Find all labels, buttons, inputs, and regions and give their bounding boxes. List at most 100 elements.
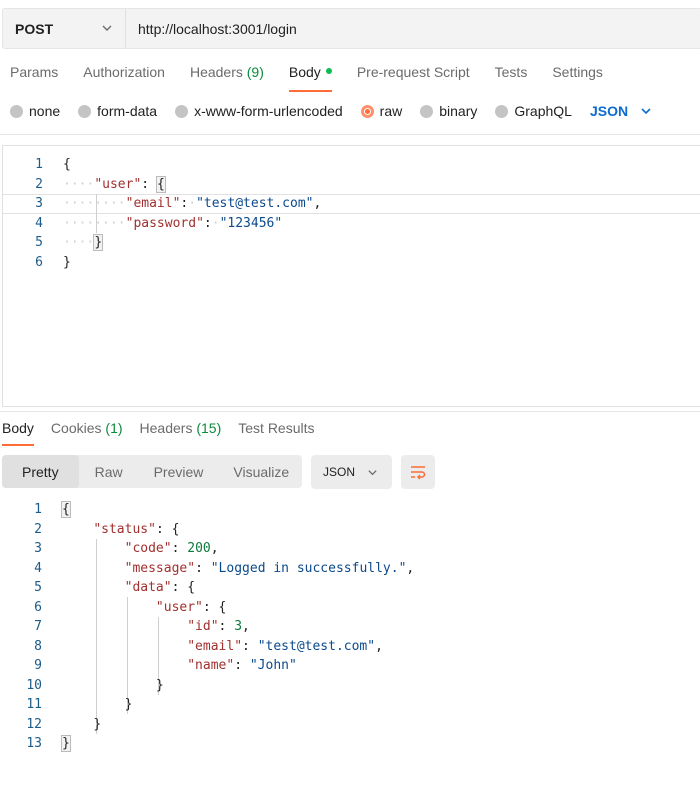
- response-tab-test-results[interactable]: Test Results: [238, 420, 314, 446]
- tab-label: Params: [10, 64, 59, 80]
- brace: }: [61, 735, 71, 752]
- brace: {: [155, 175, 166, 193]
- view-mode-selector: Pretty Raw Preview Visualize: [2, 455, 302, 488]
- radio-form-data[interactable]: form-data: [78, 103, 157, 119]
- code-text: "user": {: [155, 599, 227, 615]
- brace: }: [93, 716, 102, 732]
- line-number: 5: [35, 235, 43, 250]
- json-number: 3: [234, 619, 243, 634]
- code-line: 1{: [2, 500, 700, 520]
- url-text: http://localhost:3001/login: [138, 20, 297, 37]
- code-line: 2 ····"user": {: [3, 175, 700, 195]
- tab-label: Tests: [494, 64, 528, 80]
- chevron-down-icon: [641, 108, 651, 115]
- radio-x-www-form-urlencoded[interactable]: x-www-form-urlencoded: [175, 103, 343, 119]
- json-string: "John": [249, 658, 297, 673]
- radio-icon: [495, 104, 509, 118]
- radio-raw[interactable]: raw: [360, 103, 403, 119]
- radio-none[interactable]: none: [10, 103, 60, 119]
- view-preview-button[interactable]: Preview: [139, 455, 219, 488]
- radio-icon: [420, 104, 434, 118]
- code-text: ········"password":·"123456": [63, 215, 283, 231]
- json-string: "test@test.com": [196, 196, 314, 211]
- url-input[interactable]: http://localhost:3001/login: [126, 9, 297, 48]
- code-line: 6 "user": {: [2, 598, 700, 618]
- tab-pre-request-script[interactable]: Pre-request Script: [357, 64, 470, 92]
- brace: {: [187, 580, 196, 595]
- json-key: "email": [187, 638, 243, 654]
- tab-label: Body: [2, 420, 34, 436]
- method-select[interactable]: POST: [3, 9, 126, 48]
- radio-label: form-data: [97, 103, 158, 119]
- code-text: }: [61, 734, 71, 754]
- tab-label: Pre-request Script: [356, 64, 470, 80]
- tab-label: Cookies: [50, 420, 102, 436]
- tab-count: (1): [105, 420, 123, 436]
- code-text: "data": {: [124, 580, 196, 595]
- view-label: Pretty: [22, 463, 59, 480]
- radio-label: none: [29, 103, 61, 119]
- tab-params[interactable]: Params: [10, 64, 58, 92]
- response-body-viewer[interactable]: 1{ 2 "status": { 3 "code": 200, 4 "messa…: [2, 500, 700, 760]
- line-number: 8: [34, 638, 42, 654]
- line-number: 6: [35, 254, 43, 270]
- tab-count: (9): [246, 64, 264, 80]
- view-visualize-button[interactable]: Visualize: [218, 455, 304, 488]
- brace: }: [124, 697, 133, 712]
- language-select[interactable]: JSON: [590, 103, 652, 119]
- response-tab-body[interactable]: Body: [2, 420, 34, 446]
- line-number: 3: [34, 541, 42, 556]
- radio-icon: [10, 104, 23, 118]
- code-line: 1{: [3, 155, 700, 175]
- format-label: JSON: [323, 465, 356, 479]
- radio-label: binary: [439, 103, 478, 119]
- code-line: 13}: [2, 734, 700, 754]
- chevron-down-icon: [102, 25, 112, 31]
- radio-icon: [78, 104, 92, 118]
- code-line: 8 "email": "test@test.com",: [2, 637, 700, 657]
- radio-label: raw: [379, 103, 403, 119]
- tab-authorization[interactable]: Authorization: [83, 64, 165, 92]
- brace: }: [63, 254, 71, 270]
- radio-graphql[interactable]: GraphQL: [495, 103, 572, 119]
- tab-label: Settings: [552, 64, 603, 80]
- json-key: "status": [93, 521, 156, 537]
- tab-label: Headers: [139, 420, 193, 436]
- code-text: "name": "John": [187, 658, 297, 673]
- json-string: "test@test.com": [257, 638, 376, 654]
- json-key: "name": [187, 658, 235, 673]
- code-text: }: [63, 253, 71, 273]
- line-number: 10: [26, 677, 42, 693]
- tab-settings[interactable]: Settings: [552, 64, 603, 92]
- radio-icon: [175, 104, 189, 118]
- line-number: 11: [26, 697, 42, 712]
- line-number: 5: [34, 580, 42, 595]
- response-tab-cookies[interactable]: Cookies (1): [51, 420, 123, 446]
- method-label: POST: [15, 20, 54, 37]
- response-tab-headers[interactable]: Headers (15): [140, 420, 222, 446]
- line-number: 7: [34, 619, 42, 634]
- tab-label: Body: [288, 64, 321, 80]
- code-text: ········"email":·"test@test.com",: [63, 196, 322, 211]
- radio-selected-icon: [360, 104, 374, 118]
- chevron-down-icon: [368, 470, 377, 476]
- tab-tests[interactable]: Tests: [495, 64, 528, 92]
- json-number: 200: [187, 541, 211, 556]
- radio-label: GraphQL: [514, 103, 572, 119]
- view-raw-button[interactable]: Raw: [79, 455, 139, 488]
- response-format-select[interactable]: JSON: [311, 455, 392, 489]
- radio-binary[interactable]: binary: [420, 103, 477, 119]
- view-pretty-button[interactable]: Pretty: [2, 455, 79, 488]
- wrap-lines-button[interactable]: [401, 455, 435, 489]
- code-text: {: [61, 500, 71, 520]
- divider: [0, 134, 700, 135]
- tab-body[interactable]: Body: [288, 64, 332, 92]
- code-line: 10 }: [2, 676, 700, 696]
- code-line: 4 ········"password":·"123456": [3, 214, 700, 234]
- tab-headers[interactable]: Headers (9): [190, 64, 264, 92]
- url-bar: POST http://localhost:3001/login: [2, 8, 700, 49]
- request-body-editor[interactable]: 1{ 2 ····"user": { 3 ········"email":·"tes…: [2, 145, 700, 407]
- code-line: 3 ········"email":·"test@test.com",: [3, 194, 700, 214]
- view-label: Raw: [94, 463, 123, 480]
- code-line: 5 ····}: [3, 233, 700, 253]
